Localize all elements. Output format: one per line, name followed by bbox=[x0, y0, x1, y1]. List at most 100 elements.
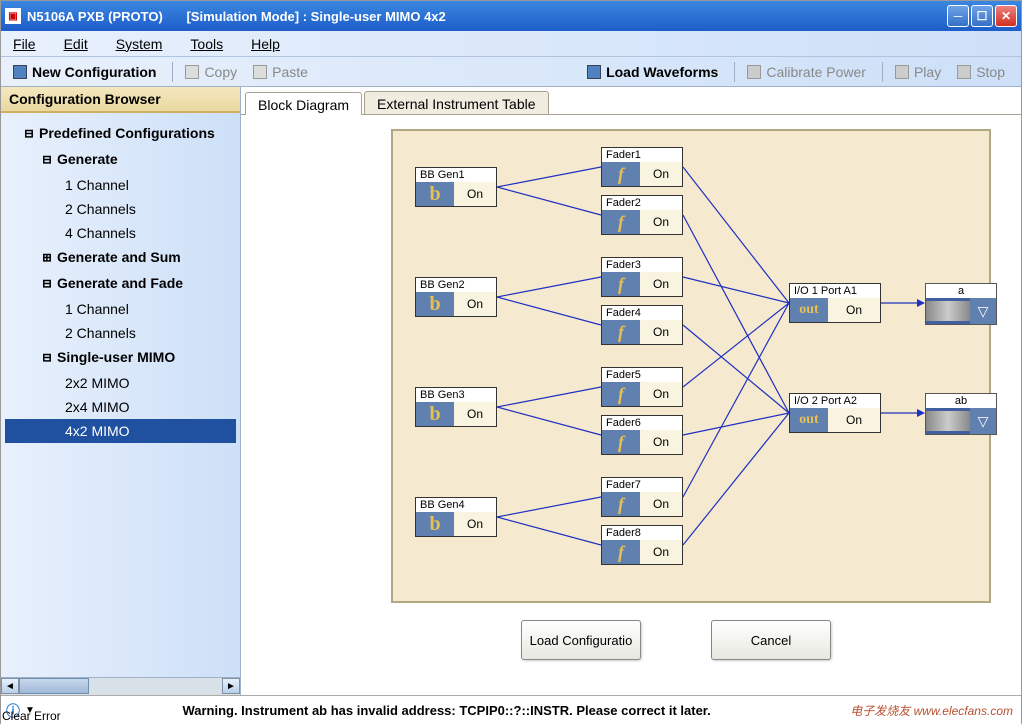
bb2-label: BB Gen2 bbox=[416, 278, 496, 292]
minimize-button[interactable]: ─ bbox=[947, 5, 969, 27]
menu-file[interactable]: File bbox=[13, 36, 36, 52]
play-button[interactable]: Play bbox=[889, 62, 947, 82]
stop-button[interactable]: Stop bbox=[951, 62, 1011, 82]
bb1-label: BB Gen1 bbox=[416, 168, 496, 182]
f-icon: f bbox=[602, 210, 640, 234]
paste-button[interactable]: Paste bbox=[247, 62, 314, 82]
f8-label: Fader8 bbox=[602, 526, 682, 540]
tree-gen-1ch[interactable]: 1 Channel bbox=[5, 173, 236, 197]
stop-icon bbox=[957, 65, 971, 79]
separator bbox=[882, 62, 883, 82]
tree-gensum[interactable]: ⊞Generate and Sum bbox=[5, 245, 236, 271]
b-icon: b bbox=[416, 292, 454, 316]
block-fader6[interactable]: Fader6fOn bbox=[601, 415, 683, 455]
block-bb-gen3[interactable]: BB Gen3 bOn bbox=[415, 387, 497, 427]
instrument-icon bbox=[926, 298, 970, 324]
block-io2[interactable]: I/O 2 Port A2outOn bbox=[789, 393, 881, 433]
tab-external-instrument[interactable]: External Instrument Table bbox=[364, 91, 549, 114]
block-fader3[interactable]: Fader3fOn bbox=[601, 257, 683, 297]
instrument-ab[interactable]: ab ▽ bbox=[925, 393, 997, 435]
f3-label: Fader3 bbox=[602, 258, 682, 272]
play-label: Play bbox=[914, 64, 941, 80]
menu-help[interactable]: Help bbox=[251, 36, 280, 52]
sidebar-title: Configuration Browser bbox=[1, 87, 240, 113]
block-bb-gen2[interactable]: BB Gen2 bOn bbox=[415, 277, 497, 317]
block-fader7[interactable]: Fader7fOn bbox=[601, 477, 683, 517]
block-fader5[interactable]: Fader5fOn bbox=[601, 367, 683, 407]
bb2-state: On bbox=[454, 292, 496, 316]
clear-error-button[interactable]: Clear Error bbox=[2, 709, 61, 723]
tree-genfade[interactable]: ⊟Generate and Fade bbox=[5, 271, 236, 297]
dropdown-icon[interactable]: ▽ bbox=[970, 298, 996, 324]
dialog-buttons: Load Configuratio Cancel bbox=[521, 620, 831, 660]
calibrate-button[interactable]: Calibrate Power bbox=[741, 62, 872, 82]
tree-su-mimo[interactable]: ⊟Single-user MIMO bbox=[5, 345, 236, 371]
copy-button[interactable]: Copy bbox=[179, 62, 243, 82]
f-icon: f bbox=[602, 320, 640, 344]
watermark: 电子发烧友 www.elecfans.com bbox=[850, 702, 1021, 719]
f-icon: f bbox=[602, 430, 640, 454]
f7-state: On bbox=[640, 492, 682, 516]
f-icon: f bbox=[602, 540, 640, 564]
scroll-thumb[interactable] bbox=[19, 678, 89, 694]
sidebar-hscroll[interactable]: ◄ ► bbox=[1, 677, 240, 695]
f-icon: f bbox=[602, 492, 640, 516]
io2-label: I/O 2 Port A2 bbox=[790, 394, 880, 408]
block-fader4[interactable]: Fader4fOn bbox=[601, 305, 683, 345]
io2-state: On bbox=[828, 408, 880, 432]
instrument-a[interactable]: a ▽ bbox=[925, 283, 997, 325]
load-config-button[interactable]: Load Configuratio bbox=[521, 620, 641, 660]
f3-state: On bbox=[640, 272, 682, 296]
paste-label: Paste bbox=[272, 64, 308, 80]
f5-label: Fader5 bbox=[602, 368, 682, 382]
new-config-button[interactable]: New Configuration bbox=[7, 62, 162, 82]
block-io1[interactable]: I/O 1 Port A1outOn bbox=[789, 283, 881, 323]
tree-gen-2ch[interactable]: 2 Channels bbox=[5, 197, 236, 221]
block-fader8[interactable]: Fader8fOn bbox=[601, 525, 683, 565]
titlebar-text: N5106A PXB (PROTO) [Simulation Mode] : S… bbox=[27, 9, 947, 24]
block-bb-gen4[interactable]: BB Gen4 bOn bbox=[415, 497, 497, 537]
f2-label: Fader2 bbox=[602, 196, 682, 210]
tree-2x4-mimo[interactable]: 2x4 MIMO bbox=[5, 395, 236, 419]
menu-system[interactable]: System bbox=[116, 36, 163, 52]
load-label: Load Waveforms bbox=[606, 64, 718, 80]
menu-edit[interactable]: Edit bbox=[64, 36, 88, 52]
separator bbox=[172, 62, 173, 82]
b-icon: b bbox=[416, 402, 454, 426]
statusbar: ⓘ ▼ Warning. Instrument ab has invalid a… bbox=[1, 695, 1021, 725]
tree-generate[interactable]: ⊟Generate bbox=[5, 147, 236, 173]
block-fader1[interactable]: Fader1fOn bbox=[601, 147, 683, 187]
block-fader2[interactable]: Fader2fOn bbox=[601, 195, 683, 235]
f5-state: On bbox=[640, 382, 682, 406]
dropdown-icon[interactable]: ▽ bbox=[970, 408, 996, 434]
tree-fade-2ch[interactable]: 2 Channels bbox=[5, 321, 236, 345]
scroll-left-icon[interactable]: ◄ bbox=[1, 678, 19, 694]
f8-state: On bbox=[640, 540, 682, 564]
io1-state: On bbox=[828, 298, 880, 322]
tree-root[interactable]: ⊟Predefined Configurations bbox=[5, 121, 236, 147]
window-controls: ─ ☐ ✕ bbox=[947, 5, 1017, 27]
tree-gen-4ch[interactable]: 4 Channels bbox=[5, 221, 236, 245]
f6-label: Fader6 bbox=[602, 416, 682, 430]
scroll-track[interactable] bbox=[19, 678, 222, 695]
copy-icon bbox=[185, 65, 199, 79]
calibrate-icon bbox=[747, 65, 761, 79]
bb1-state: On bbox=[454, 182, 496, 206]
tab-block-diagram[interactable]: Block Diagram bbox=[245, 92, 362, 115]
block-bb-gen1[interactable]: BB Gen1 bOn bbox=[415, 167, 497, 207]
toolbar: New Configuration Copy Paste Load Wavefo… bbox=[1, 57, 1021, 87]
tree-2x2-mimo[interactable]: 2x2 MIMO bbox=[5, 371, 236, 395]
scroll-right-icon[interactable]: ► bbox=[222, 678, 240, 694]
f-icon: f bbox=[602, 162, 640, 186]
tree-fade-1ch[interactable]: 1 Channel bbox=[5, 297, 236, 321]
menu-tools[interactable]: Tools bbox=[190, 36, 223, 52]
stop-label: Stop bbox=[976, 64, 1005, 80]
maximize-button[interactable]: ☐ bbox=[971, 5, 993, 27]
load-waveforms-button[interactable]: Load Waveforms bbox=[581, 62, 724, 82]
instrument-icon bbox=[926, 408, 970, 434]
load-icon bbox=[587, 65, 601, 79]
tree-4x2-mimo[interactable]: 4x2 MIMO bbox=[5, 419, 236, 443]
close-button[interactable]: ✕ bbox=[995, 5, 1017, 27]
config-tree: ⊟Predefined Configurations ⊟Generate 1 C… bbox=[1, 113, 240, 677]
cancel-button[interactable]: Cancel bbox=[711, 620, 831, 660]
